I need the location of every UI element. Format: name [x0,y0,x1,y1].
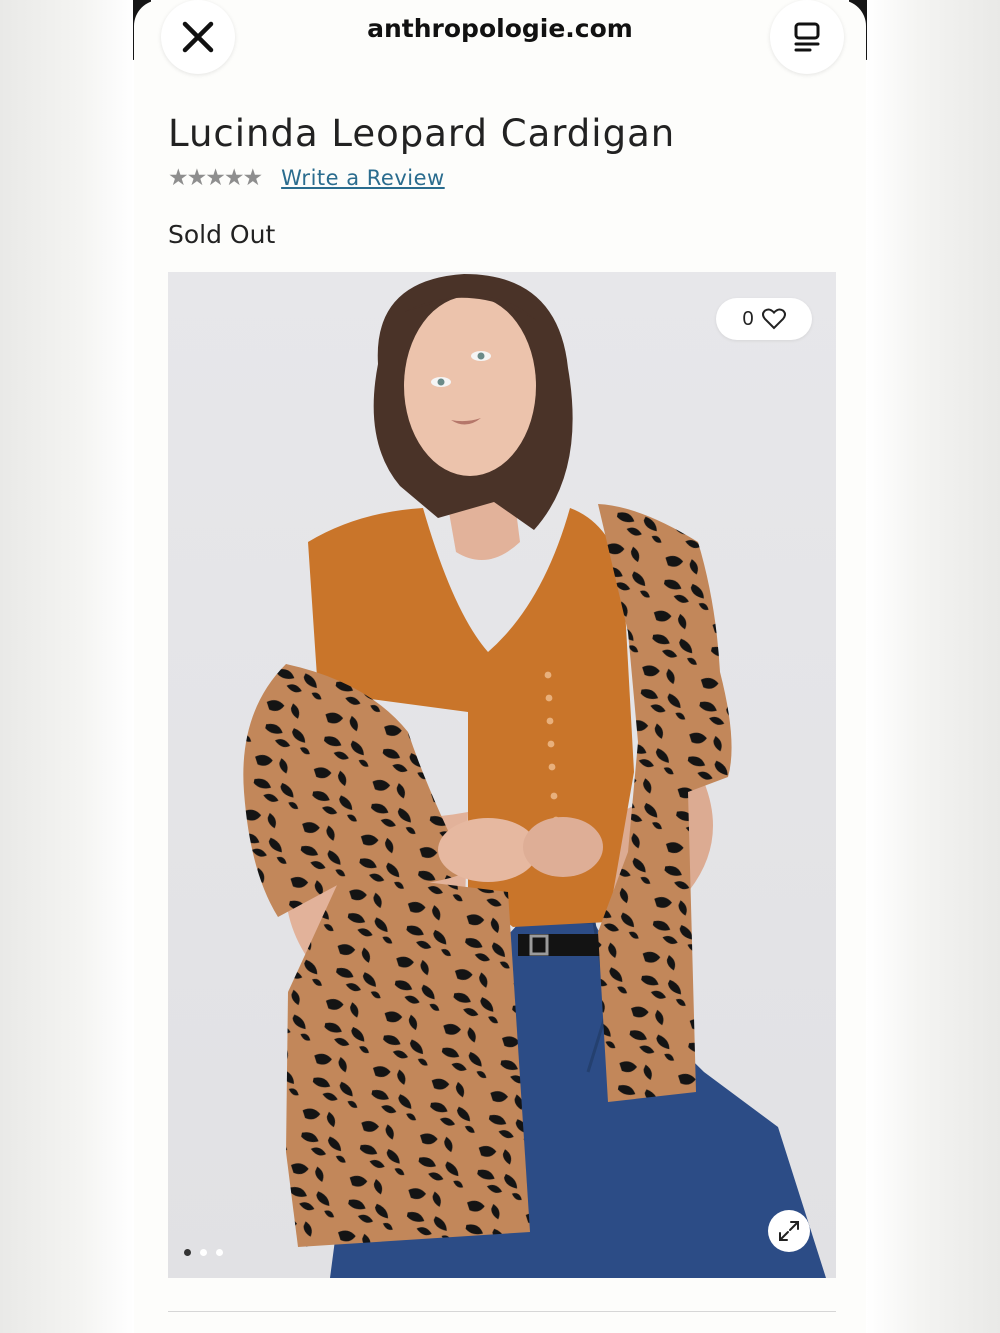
rating-row: ★★★★★ Write a Review [168,164,445,191]
site-domain: anthropologie.com [367,14,633,43]
reader-mode-icon [794,22,820,52]
like-button[interactable]: 0 [716,298,812,340]
close-button[interactable] [161,0,235,74]
expand-icon [779,1221,799,1241]
like-count: 0 [742,307,754,330]
availability-status: Sold Out [168,220,276,249]
pagination-dot[interactable] [216,1249,223,1256]
expand-image-button[interactable] [768,1210,810,1252]
pagination-dot[interactable] [184,1249,191,1256]
close-icon [182,21,214,53]
pagination-dot[interactable] [200,1249,207,1256]
product-title: Lucinda Leopard Cardigan [168,112,676,155]
section-divider [168,1311,836,1312]
gallery-pagination [184,1249,223,1256]
heart-icon [761,308,786,330]
reader-mode-button[interactable] [770,0,844,74]
product-photo [243,274,826,1278]
product-image-gallery[interactable]: 0 [168,272,836,1278]
write-review-link[interactable]: Write a Review [281,166,445,190]
rating-stars: ★★★★★ [168,164,263,190]
